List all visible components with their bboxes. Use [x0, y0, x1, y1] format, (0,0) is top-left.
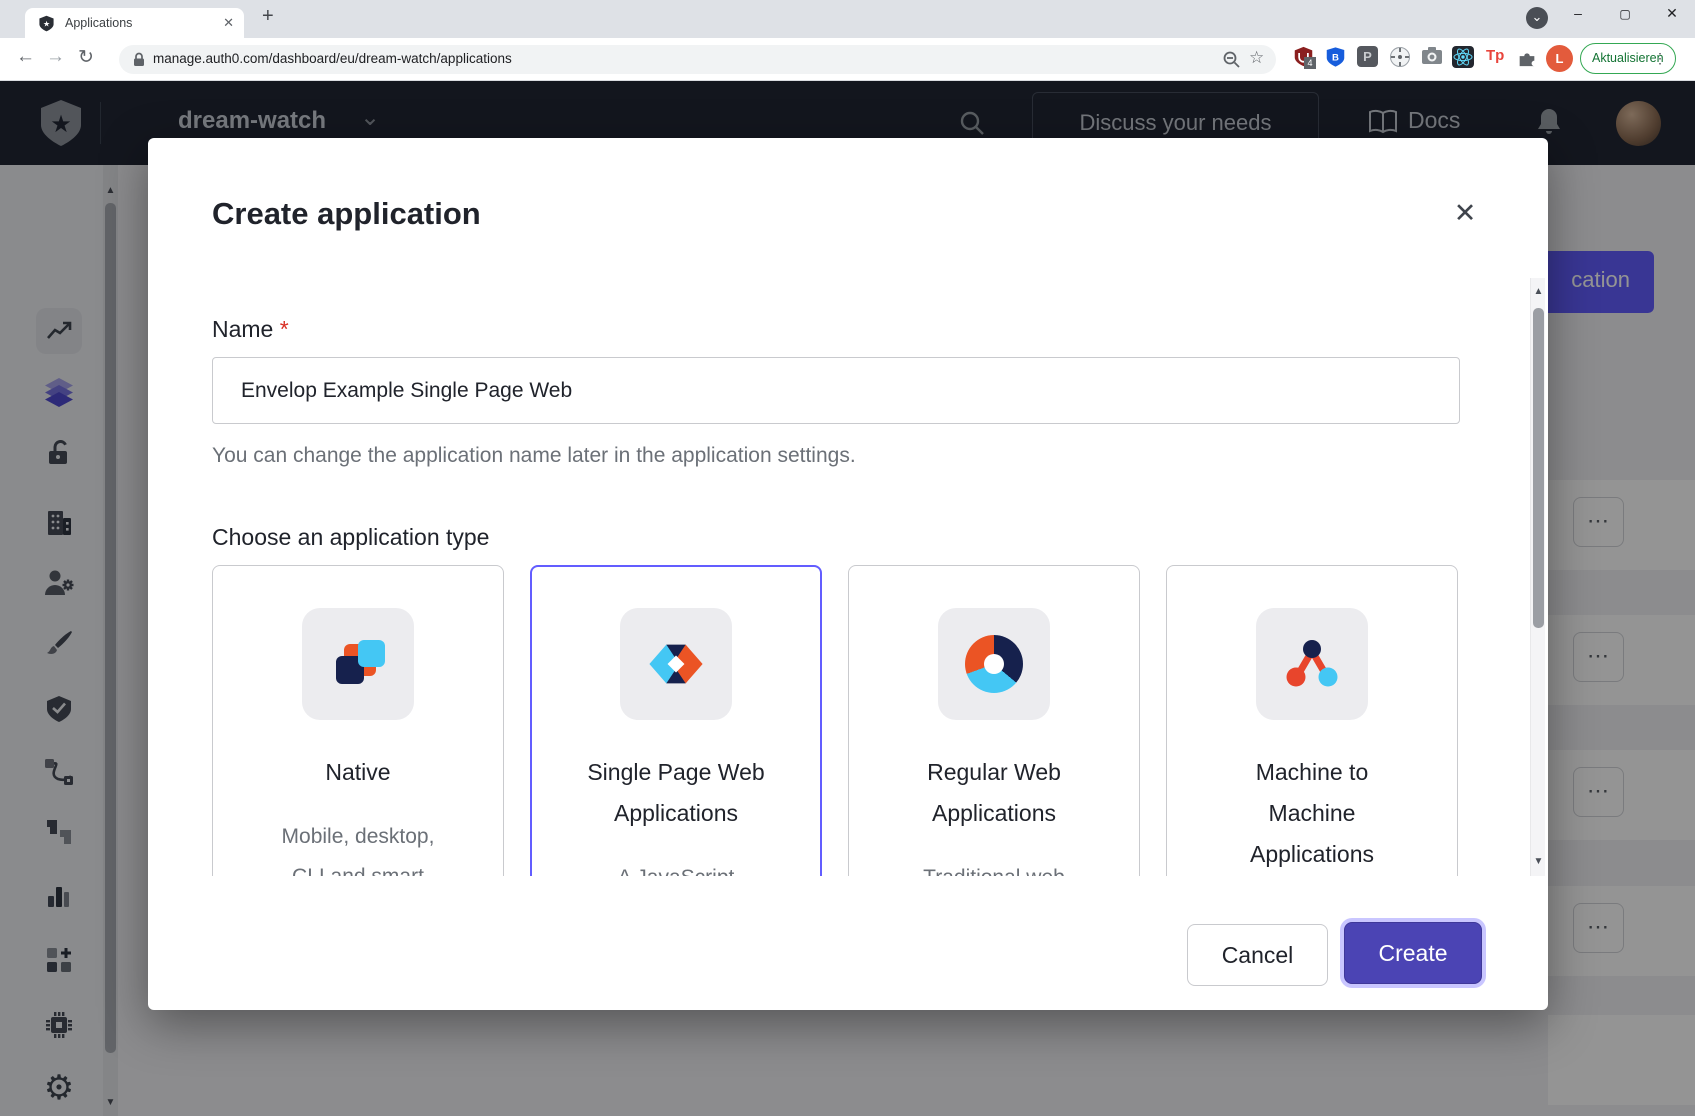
bitwarden-extension-icon[interactable]: B: [1325, 46, 1349, 70]
tab-strip: ★ Applications ✕ + ⌄ – ▢ ✕: [0, 0, 1695, 38]
svg-text:B: B: [1332, 53, 1339, 64]
bookmark-star-icon[interactable]: ☆: [1249, 48, 1264, 68]
close-icon: ✕: [1454, 198, 1477, 228]
required-asterisk: *: [280, 316, 289, 342]
modal-scrollbar-thumb[interactable]: [1533, 308, 1544, 628]
card-regular-web[interactable]: Regular Web Applications Traditional web: [848, 565, 1140, 876]
tp-extension-icon[interactable]: Tp: [1486, 47, 1510, 71]
application-name-input[interactable]: [212, 357, 1460, 424]
card-description: Traditional web: [910, 858, 1078, 876]
lock-icon: [132, 52, 146, 67]
zoom-icon[interactable]: [1222, 50, 1241, 69]
browser-window: ★ Applications ✕ + ⌄ – ▢ ✕ ← → ↻ manage.…: [0, 0, 1695, 1116]
create-application-modal: Create application ✕ Name * You can chan…: [148, 138, 1548, 1010]
window-maximize-button[interactable]: ▢: [1605, 7, 1645, 21]
chrome-update-icon[interactable]: ⌄: [1526, 7, 1548, 29]
ublock-extension-icon[interactable]: 4: [1293, 46, 1317, 70]
chrome-update-button[interactable]: Aktualisieren ⋮: [1580, 43, 1676, 74]
machine-to-machine-icon: [1256, 608, 1368, 720]
extensions-puzzle-icon[interactable]: [1516, 46, 1540, 70]
forward-button[interactable]: →: [46, 46, 65, 68]
scroll-down-icon[interactable]: ▼: [1531, 856, 1546, 867]
native-icon: [302, 608, 414, 720]
react-devtools-extension-icon[interactable]: [1452, 46, 1474, 68]
camera-extension-icon[interactable]: [1421, 46, 1445, 70]
application-type-cards: Native Mobile, desktop, CLI and smart Si…: [212, 565, 1484, 876]
modal-title: Create application: [212, 196, 481, 232]
card-single-page-web[interactable]: Single Page Web Applications A JavaScrip…: [530, 565, 822, 876]
modal-scrollbar[interactable]: ▲ ▼: [1530, 278, 1545, 876]
scroll-up-icon[interactable]: ▲: [1531, 286, 1546, 297]
window-close-button[interactable]: ✕: [1652, 5, 1692, 22]
browser-tab-applications[interactable]: ★ Applications ✕: [25, 8, 244, 38]
card-title: Machine to Machine Applications: [1223, 752, 1401, 875]
modal-close-button[interactable]: ✕: [1444, 192, 1486, 234]
auth0-favicon-icon: ★: [38, 15, 55, 32]
create-button[interactable]: Create: [1344, 922, 1482, 984]
regular-web-icon: [938, 608, 1050, 720]
chrome-menu-kebab-icon[interactable]: ⋮: [1653, 50, 1667, 67]
name-field-label: Name *: [212, 316, 1484, 343]
url-bar[interactable]: manage.auth0.com/dashboard/eu/dream-watc…: [119, 45, 1276, 74]
card-description: Mobile, desktop, CLI and smart: [274, 817, 442, 876]
reload-button[interactable]: ↻: [78, 46, 94, 69]
application-type-label: Choose an application type: [212, 524, 1484, 551]
window-minimize-button[interactable]: –: [1558, 5, 1598, 21]
tab-close-icon[interactable]: ✕: [223, 15, 234, 31]
spa-icon: [620, 608, 732, 720]
p-extension-icon[interactable]: P: [1357, 46, 1378, 67]
modal-body: Name * You can change the application na…: [148, 278, 1548, 876]
card-title: Native: [269, 752, 447, 793]
screencapture-extension-icon[interactable]: [1389, 46, 1413, 70]
card-title: Regular Web Applications: [905, 752, 1083, 834]
ublock-badge: 4: [1304, 57, 1316, 69]
name-helper-text: You can change the application name late…: [212, 444, 1484, 468]
card-title: Single Page Web Applications: [587, 752, 765, 834]
new-tab-button[interactable]: +: [262, 5, 274, 28]
svg-text:★: ★: [43, 19, 50, 28]
card-native[interactable]: Native Mobile, desktop, CLI and smart: [212, 565, 504, 876]
url-text: manage.auth0.com/dashboard/eu/dream-watc…: [153, 51, 512, 66]
chrome-profile-avatar[interactable]: L: [1546, 45, 1573, 72]
card-description: A JavaScript: [592, 858, 760, 876]
card-machine-to-machine[interactable]: Machine to Machine Applications: [1166, 565, 1458, 876]
browser-toolbar: ← → ↻ manage.auth0.com/dashboard/eu/drea…: [0, 38, 1695, 81]
tab-title: Applications: [65, 16, 132, 30]
cancel-button[interactable]: Cancel: [1187, 924, 1328, 986]
back-button[interactable]: ←: [16, 46, 35, 68]
